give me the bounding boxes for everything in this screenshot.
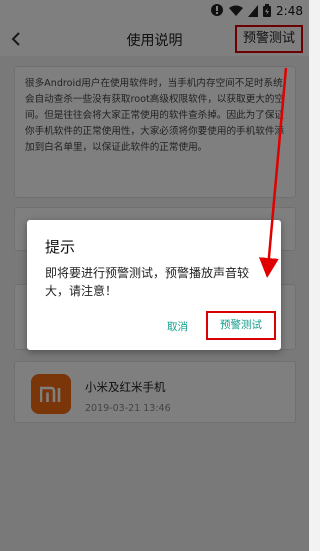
alert-dialog: 提示 即将要进行预警测试，预警播放声音较大，请注意！ 取消 预警测试 <box>27 220 281 350</box>
dialog-title: 提示 <box>45 238 76 256</box>
cancel-button[interactable]: 取消 <box>167 319 188 334</box>
dialog-message: 即将要进行预警测试，预警播放声音较大，请注意！ <box>45 266 250 298</box>
confirm-warning-test-button[interactable]: 预警测试 <box>206 311 276 340</box>
